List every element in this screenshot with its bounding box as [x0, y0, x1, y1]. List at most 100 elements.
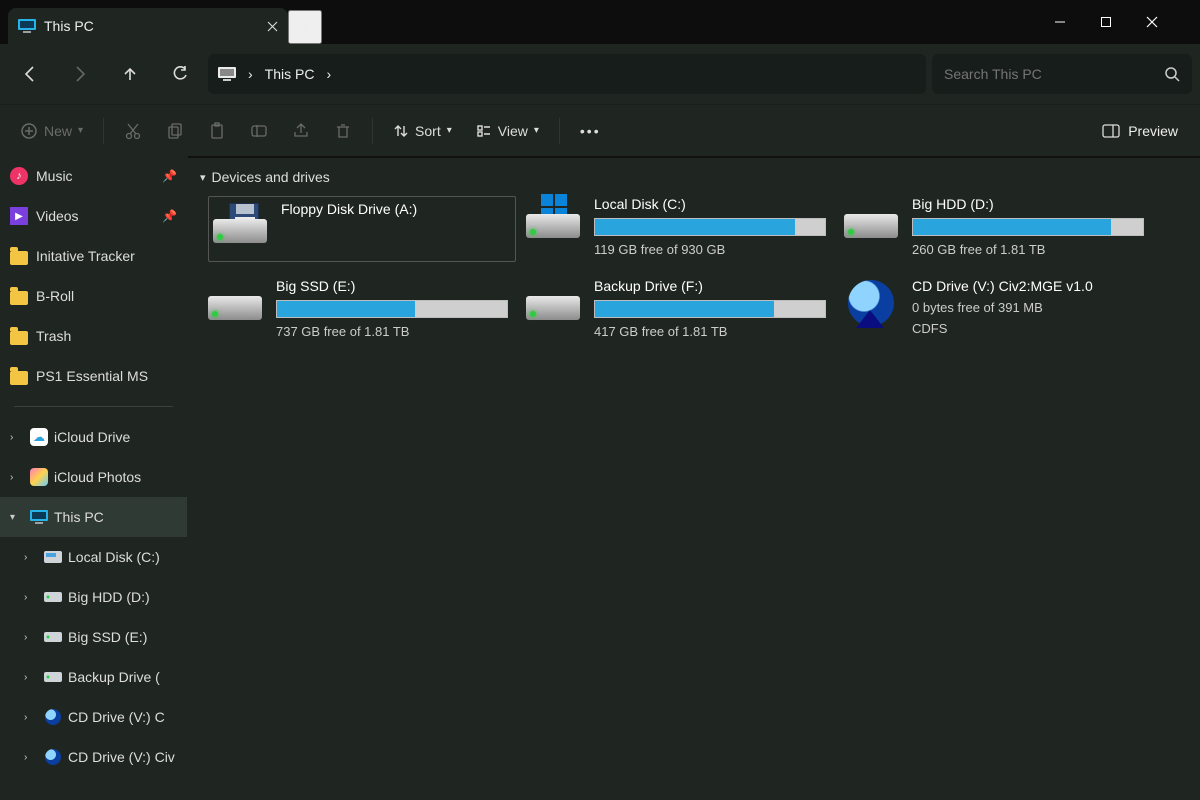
drive-item[interactable]: Big HDD (D:) 260 GB free of 1.81 TB [844, 196, 1152, 262]
address-bar[interactable]: › This PC › [208, 54, 926, 94]
drive-item[interactable]: Local Disk (C:) 119 GB free of 930 GB [526, 196, 834, 262]
refresh-button[interactable] [158, 52, 202, 96]
drive-name: Local Disk (C:) [594, 196, 834, 212]
copy-button[interactable] [156, 113, 194, 149]
capacity-bar [594, 218, 826, 236]
sidebar-item-initative tracker[interactable]: Initative Tracker [0, 236, 187, 276]
chevron-right-icon: › [248, 66, 253, 82]
expand-toggle[interactable]: › [24, 752, 38, 763]
chevron-down-icon: ▾ [200, 171, 206, 184]
pc-icon [218, 67, 236, 81]
disk-icon [44, 548, 62, 566]
cd-icon [44, 708, 62, 726]
group-label: Devices and drives [212, 169, 330, 185]
breadcrumb-segment[interactable]: This PC [265, 66, 315, 82]
new-tab-button[interactable] [288, 10, 322, 44]
tab-this-pc[interactable]: This PC [8, 8, 288, 44]
content-area[interactable]: ▾ Devices and drives Floppy Disk Drive (… [188, 156, 1200, 800]
pin-icon: 📌 [162, 209, 177, 223]
tree-item-cd-drive-v-c[interactable]: › CD Drive (V:) C [0, 697, 187, 737]
hdd-icon [526, 278, 582, 326]
drive-free-text: 737 GB free of 1.81 TB [276, 324, 516, 339]
tree-item-icloud-photos[interactable]: › iCloud Photos [0, 457, 187, 497]
search-box[interactable] [932, 54, 1192, 94]
group-header-devices[interactable]: ▾ Devices and drives [188, 158, 1200, 196]
separator [559, 118, 560, 144]
tree-item-label: Backup Drive ( [68, 669, 160, 685]
expand-toggle[interactable]: › [24, 712, 38, 723]
more-icon: ••• [580, 123, 601, 139]
sidebar-item-label: Videos [36, 208, 79, 224]
tree-item-cd-drive-v-civ[interactable]: › CD Drive (V:) Civ [0, 737, 187, 777]
drive-item[interactable]: Backup Drive (F:) 417 GB free of 1.81 TB [526, 278, 834, 344]
sort-menu[interactable]: Sort ▾ [383, 113, 462, 149]
new-label: New [44, 123, 72, 139]
sidebar-item-videos[interactable]: ▶ Videos 📌 [0, 196, 187, 236]
expand-toggle[interactable]: › [24, 552, 38, 563]
expand-toggle[interactable]: ▾ [10, 512, 24, 523]
expand-toggle[interactable]: › [10, 472, 24, 483]
delete-button[interactable] [324, 113, 362, 149]
sidebar-item-b-roll[interactable]: B-Roll [0, 276, 187, 316]
close-tab-button[interactable] [267, 21, 278, 32]
command-bar: New ▾ Sort ▾ View ▾ ••• Preview [0, 104, 1200, 156]
drive-item[interactable]: Floppy Disk Drive (A:) [208, 196, 516, 262]
tree-item-label: This PC [54, 509, 104, 525]
more-button[interactable]: ••• [570, 113, 611, 149]
tree-item-local-disk-c-[interactable]: › Local Disk (C:) [0, 537, 187, 577]
hdd-icon [44, 668, 62, 686]
new-menu[interactable]: New ▾ [10, 113, 93, 149]
share-button[interactable] [282, 113, 320, 149]
tree-item-this-pc[interactable]: ▾ This PC [0, 497, 187, 537]
navigation-pane[interactable]: ♪ Music 📌 ▶ Videos 📌 Initative Tracker B… [0, 156, 188, 800]
sidebar-item-label: Trash [36, 328, 71, 344]
close-window-button[interactable] [1146, 0, 1192, 44]
tree-item-backup-drive-f-[interactable]: › Backup Drive ( [0, 657, 187, 697]
back-button[interactable] [8, 52, 52, 96]
separator [103, 118, 104, 144]
drive-item[interactable]: Big SSD (E:) 737 GB free of 1.81 TB [208, 278, 516, 344]
search-input[interactable] [944, 66, 1156, 82]
sidebar-item-trash[interactable]: Trash [0, 316, 187, 356]
drive-free-text: 119 GB free of 930 GB [594, 242, 834, 257]
chevron-down-icon: ▾ [78, 125, 83, 136]
tree-item-big-ssd-e-[interactable]: › Big SSD (E:) [0, 617, 187, 657]
tree-item-label: Big SSD (E:) [68, 629, 147, 645]
capacity-bar [594, 300, 826, 318]
up-button[interactable] [108, 52, 152, 96]
expand-toggle[interactable]: › [10, 432, 24, 443]
address-row: › This PC › [0, 44, 1200, 104]
sidebar-item-ps1 essential ms[interactable]: PS1 Essential MS [0, 356, 187, 396]
rename-button[interactable] [240, 113, 278, 149]
drive-name: Backup Drive (F:) [594, 278, 834, 294]
os-disk-icon [526, 196, 582, 244]
drive-item[interactable]: CD Drive (V:) Civ2:MGE v1.0 0 bytes free… [844, 278, 1152, 344]
maximize-button[interactable] [1100, 0, 1146, 44]
search-icon [1164, 66, 1180, 82]
view-label: View [498, 123, 528, 139]
sidebar-item-label: PS1 Essential MS [36, 368, 148, 384]
tab-strip: This PC [0, 0, 1200, 44]
cut-button[interactable] [114, 113, 152, 149]
sort-label: Sort [415, 123, 441, 139]
tree-item-icloud-drive[interactable]: › ☁ iCloud Drive [0, 417, 187, 457]
drive-filesystem: CDFS [912, 321, 1152, 336]
drive-name: CD Drive (V:) Civ2:MGE v1.0 [912, 278, 1152, 294]
preview-label: Preview [1128, 123, 1178, 139]
tree-item-big-hdd-d-[interactable]: › Big HDD (D:) [0, 577, 187, 617]
expand-toggle[interactable]: › [24, 672, 38, 683]
cloud-icon: ☁ [30, 428, 48, 446]
view-menu[interactable]: View ▾ [466, 113, 549, 149]
pc-icon [18, 19, 36, 33]
paste-button[interactable] [198, 113, 236, 149]
sidebar-item-music[interactable]: ♪ Music 📌 [0, 156, 187, 196]
cd-icon [44, 748, 62, 766]
expand-toggle[interactable]: › [24, 592, 38, 603]
minimize-button[interactable] [1054, 0, 1100, 44]
drive-name: Big HDD (D:) [912, 196, 1152, 212]
expand-toggle[interactable]: › [24, 632, 38, 643]
preview-pane-toggle[interactable]: Preview [1090, 123, 1190, 139]
cd-icon [844, 278, 900, 326]
capacity-bar [276, 300, 508, 318]
forward-button[interactable] [58, 52, 102, 96]
